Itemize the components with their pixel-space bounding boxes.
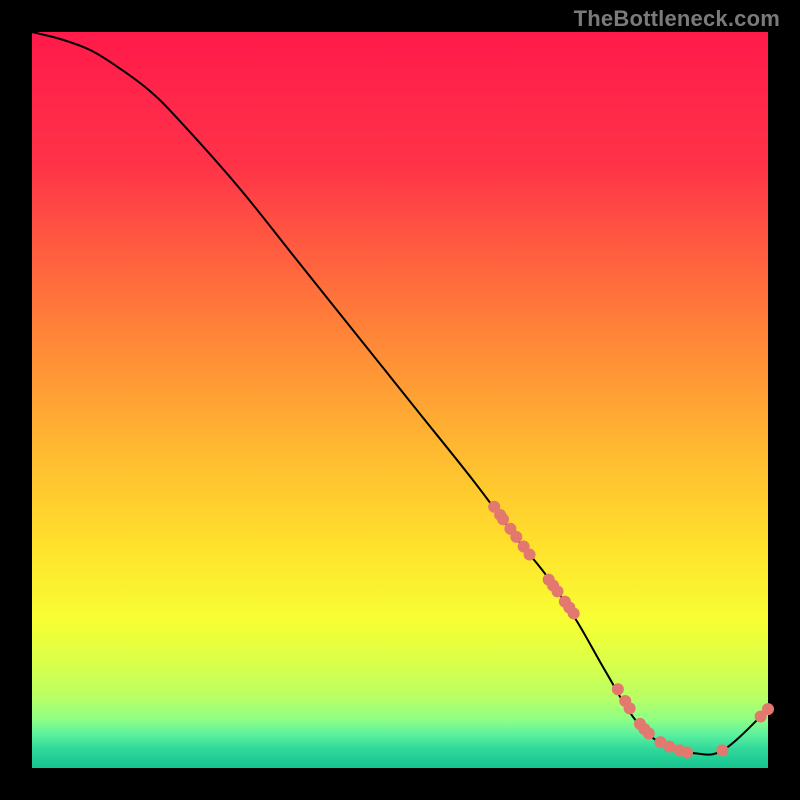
marker-dot <box>497 513 509 525</box>
bottleneck-chart <box>0 0 800 800</box>
marker-dot <box>524 549 536 561</box>
marker-dot <box>663 741 675 753</box>
marker-dot <box>568 607 580 619</box>
marker-dot <box>716 744 728 756</box>
marker-dot <box>624 702 636 714</box>
watermark-text: TheBottleneck.com <box>574 6 780 32</box>
chart-stage: TheBottleneck.com <box>0 0 800 800</box>
marker-dot <box>643 727 655 739</box>
plot-background <box>32 32 768 768</box>
marker-dot <box>762 703 774 715</box>
marker-dot <box>681 747 693 759</box>
marker-dot <box>552 585 564 597</box>
marker-dot <box>612 683 624 695</box>
marker-dot <box>510 531 522 543</box>
